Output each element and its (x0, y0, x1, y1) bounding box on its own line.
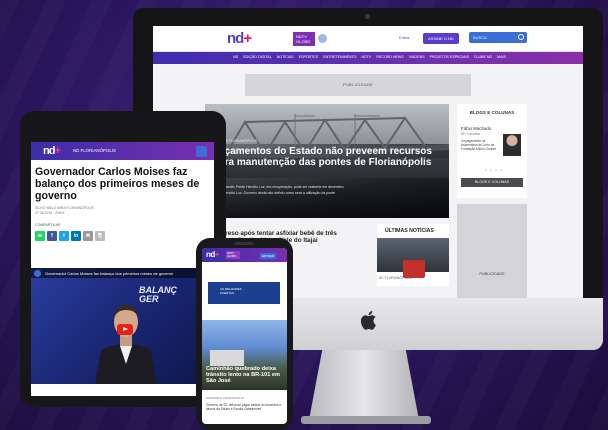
email-icon[interactable]: ✉ (83, 231, 93, 241)
facebook-icon[interactable]: f (47, 231, 57, 241)
search-icon[interactable] (196, 146, 207, 157)
nav-item-entretenimento[interactable]: ENTRETENIMENTO (323, 55, 356, 59)
byline-date: 27.05.2019 - 20h03 (35, 211, 65, 215)
presenter-image (95, 304, 157, 384)
channel-icon (34, 270, 41, 277)
phone-device: nd+ NDTV GLOBO ENTRAR AS MELHORES OFERTA… (196, 238, 293, 430)
blog-excerpt[interactable]: Cepagamento na Assembleia de Judo da Fun… (461, 139, 499, 151)
phone-header: nd+ NDTV GLOBO ENTRAR (202, 248, 287, 262)
search-icon[interactable] (518, 34, 524, 40)
phone-article-summary[interactable]: Governo de SC deixa de pagar salário do … (206, 403, 282, 411)
nav-item-record-news[interactable]: RECORD NEWS (376, 55, 403, 59)
sidebar-ad-label: PUBLICIDADE (479, 272, 505, 276)
tablet-screen: nd+ ND FLORIANÓPOLIS Governador Carlos M… (31, 142, 214, 396)
blog-author[interactable]: Fábio Machado (461, 126, 491, 131)
avatar (503, 134, 521, 156)
search-placeholder: BUSCA (473, 35, 487, 40)
video-caption[interactable]: Governador Carlos Moises faz balanço dos… (45, 271, 173, 276)
latest-news-image[interactable] (377, 238, 449, 278)
phone-ndtv-tag[interactable]: NDTV GLOBO (226, 251, 240, 259)
subscribe-button[interactable]: ASSINE O ND (423, 33, 459, 44)
hero-related-item[interactable]: Ponte Hercílio Luz: Governo ainda não de… (213, 190, 443, 196)
article-byline: SILVIO MELO MIRA FLORIANÓPOLIS 27.05.201… (35, 206, 94, 216)
share-label: COMPARTILHE (35, 223, 61, 227)
sidebar-ad[interactable]: PUBLICIDADE (457, 204, 527, 298)
main-nav: ND EDIÇÃO DIGITAL NOTÍCIAS ESPORTES ENTR… (153, 52, 583, 64)
blogs-sidebar: BLOGS E COLUNAS Fábio Machado ND Colunis… (457, 104, 527, 198)
article-headline: Governador Carlos Moises faz balanço dos… (35, 166, 200, 202)
blog-author-role: ND Colunista (461, 132, 480, 136)
twitter-icon[interactable]: t (59, 231, 69, 241)
play-icon[interactable] (117, 324, 133, 335)
nav-item-esportes[interactable]: ESPORTES (299, 55, 319, 59)
video-title-bar: Governador Carlos Moises faz balanço dos… (31, 268, 214, 278)
site-logo[interactable]: nd+ (227, 30, 252, 47)
latest-news-title: ÚLTIMAS NOTÍCIAS (385, 228, 434, 234)
nav-item-nd[interactable]: ND (233, 55, 238, 59)
imac-foot (301, 416, 431, 424)
latest-news-box: ÚLTIMAS NOTÍCIAS SC FLORIANÓPOLIS (377, 224, 449, 286)
nav-item-edicao-digital[interactable]: EDIÇÃO DIGITAL (243, 55, 272, 59)
imac-stand (309, 350, 419, 420)
login-link[interactable]: Entrar (399, 35, 410, 40)
nav-item-noticias[interactable]: NOTÍCIAS (277, 55, 294, 59)
phone-login-button[interactable]: ENTRAR (260, 253, 277, 259)
link-icon[interactable]: ⎘ (95, 231, 105, 241)
carousel-dots[interactable]: • • • • (485, 168, 503, 174)
nav-item-clube-nd[interactable]: CLUBE ND (474, 55, 492, 59)
hero-headline[interactable]: Orçamentos do Estado não preveem recurso… (213, 146, 433, 168)
hero-article[interactable]: GRANDE FLORIANÓPOLIS Orçamentos do Estad… (205, 104, 449, 218)
latest-news-category[interactable]: SC FLORIANÓPOLIS (379, 276, 412, 280)
phone-speaker (234, 242, 254, 245)
blogs-title: BLOGS E COLUNAS (469, 110, 515, 115)
ad-label: PUBLICIDADE (343, 82, 373, 87)
video-player[interactable]: Governador Carlos Moises faz balanço dos… (31, 268, 214, 384)
nav-item-ndtv[interactable]: NDTV (361, 55, 371, 59)
hero-related-list: Fábio Gadotti: Ponte Hercílio Luz, em re… (213, 184, 443, 196)
linkedin-icon[interactable]: in (71, 231, 81, 241)
nav-item-projetos-especiais[interactable]: PROJETOS ESPECIAIS (430, 55, 469, 59)
ad-banner[interactable]: PUBLICIDADE (245, 74, 471, 96)
truck-image (210, 350, 244, 366)
blogs-button[interactable]: BLOGS E COLUNAS (461, 178, 523, 187)
site-header: nd+ NDTV GLOBO Entrar ASSINE O ND BUSCA (153, 26, 583, 52)
globo-icon (318, 34, 327, 43)
tablet-logo[interactable]: nd+ (43, 145, 61, 157)
phone-hero-headline[interactable]: Caminhão quebrado deixa trânsito lento n… (206, 366, 284, 384)
phone-screen: nd+ NDTV GLOBO ENTRAR AS MELHORES OFERTA… (202, 248, 287, 424)
phone-ad-banner[interactable]: AS MELHORES OFERTAS (208, 282, 280, 304)
whatsapp-icon[interactable]: w (35, 231, 45, 241)
apple-logo-icon (361, 311, 376, 330)
phone-hero-article[interactable]: Caminhão quebrado deixa trânsito lento n… (202, 320, 287, 390)
search-input[interactable]: BUSCA (469, 32, 527, 43)
share-buttons: w f t in ✉ ⎘ (35, 231, 105, 241)
ndtv-tag[interactable]: NDTV GLOBO (293, 32, 315, 46)
tablet-section-label[interactable]: ND FLORIANÓPOLIS (73, 148, 116, 153)
tablet-header: nd+ ND FLORIANÓPOLIS (31, 142, 214, 160)
nav-item-mais[interactable]: MAIS (497, 55, 506, 59)
phone-category[interactable]: GRANDE FLORIANÓPOLIS (206, 396, 244, 400)
nav-item-viagens[interactable]: VIAGENS (409, 55, 425, 59)
phone-logo[interactable]: nd+ (206, 250, 219, 259)
camera-icon (365, 14, 370, 19)
phone-ad-text: AS MELHORES OFERTAS (220, 287, 242, 295)
